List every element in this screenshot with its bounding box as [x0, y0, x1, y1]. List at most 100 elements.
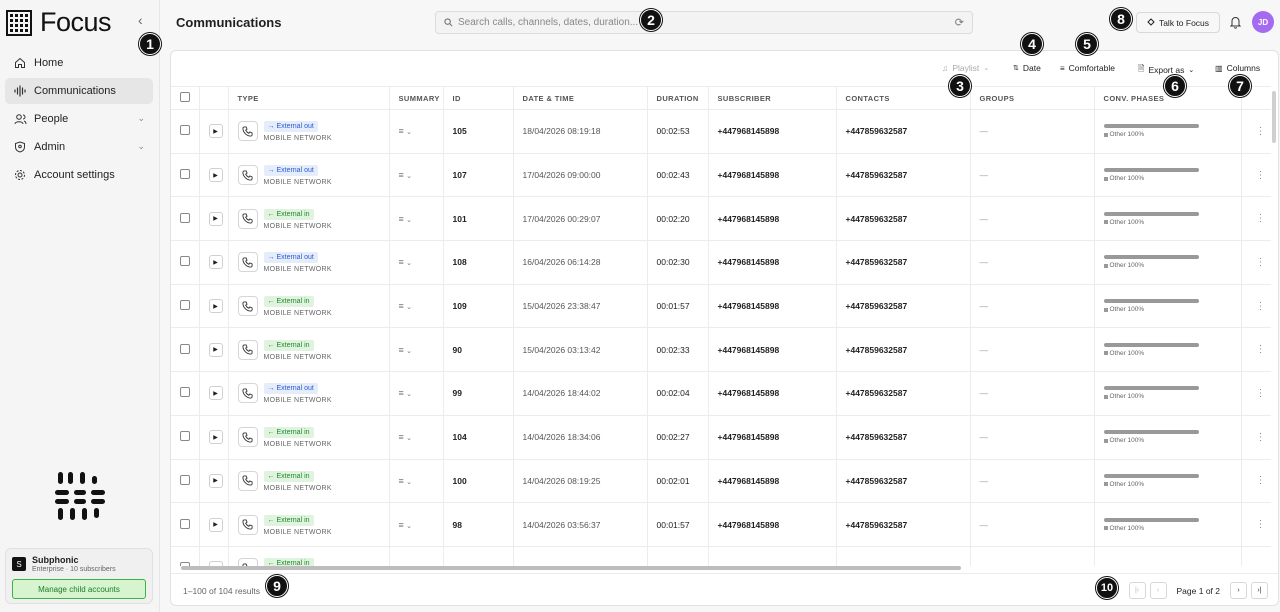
row-checkbox[interactable] — [180, 431, 190, 442]
kebab-menu-icon[interactable]: ⋮ — [1256, 475, 1266, 486]
row-checkbox[interactable] — [180, 387, 190, 398]
sidebar-item-home[interactable]: Home — [5, 50, 153, 76]
phone-icon — [237, 470, 258, 491]
column-header-id[interactable]: ID — [443, 86, 514, 110]
vertical-scrollbar[interactable] — [1271, 87, 1277, 567]
play-icon[interactable]: ▶ — [208, 124, 223, 139]
summary-cell[interactable]: ≡ ⌄ — [389, 196, 444, 242]
phase-bar — [1103, 211, 1199, 216]
table-row[interactable]: ▶ ← External in MOBILE NETWORK ≡ ⌄ 100 14/04/… — [171, 459, 1271, 504]
row-checkbox[interactable] — [180, 518, 190, 529]
phase-label: Other 100% — [1109, 393, 1145, 401]
export-button[interactable]: 🗎 Export as ⌄ — [1138, 63, 1194, 77]
kebab-menu-icon[interactable]: ⋮ — [1256, 213, 1266, 224]
table-row[interactable]: ▶ → External out MOBILE NETWORK ≡ ⌄ 105 18/04… — [171, 109, 1271, 154]
play-icon[interactable]: ▶ — [208, 342, 223, 357]
table-toolbar: ♫ Playlist ⌄ ⇅ Date ≡ Comfortable 🗎 Expo… — [171, 51, 1278, 86]
sidebar-item-admin[interactable]: Admin ⌄ — [5, 134, 153, 160]
column-header-groups[interactable]: GROUPS — [970, 86, 1095, 110]
row-checkbox[interactable] — [180, 300, 190, 311]
row-actions-cell: ⋮ — [1241, 109, 1271, 154]
bell-icon[interactable] — [1229, 15, 1242, 29]
first-page-button[interactable]: |‹ — [1128, 582, 1146, 599]
sidebar-item-label: Account settings — [34, 169, 115, 181]
summary-cell[interactable]: ≡ ⌄ — [389, 502, 444, 547]
search-input[interactable] — [458, 17, 955, 28]
network-label: MOBILE NETWORK — [263, 222, 332, 230]
density-button[interactable]: ≡ Comfortable — [1060, 63, 1115, 73]
row-checkbox[interactable] — [180, 169, 190, 180]
sidebar-item-people[interactable]: People ⌄ — [5, 106, 153, 132]
table-row[interactable]: ▶ → External out MOBILE NETWORK ≡ ⌄ 99 14/04/… — [171, 371, 1271, 416]
table-row[interactable]: ▶ ← External in MOBILE NETWORK ≡ ⌄ 109 15/04/… — [171, 284, 1271, 329]
columns-button[interactable]: ▥ Columns — [1215, 63, 1260, 73]
kebab-menu-icon[interactable]: ⋮ — [1256, 126, 1266, 137]
kebab-menu-icon[interactable]: ⋮ — [1256, 301, 1266, 312]
column-header-date-time[interactable]: DATE & TIME — [513, 86, 648, 110]
row-checkbox[interactable] — [180, 474, 190, 485]
sidebar-item-account-settings[interactable]: Account settings — [5, 162, 153, 188]
collapse-sidebar-icon[interactable]: ‹ — [138, 12, 143, 28]
summary-cell[interactable]: ≡ ⌄ — [389, 327, 444, 373]
table-row[interactable]: ▶ → External out MOBILE NETWORK ≡ ⌄ 108 16/04… — [171, 240, 1271, 285]
table-row[interactable]: ▶ ← External in MOBILE NETWORK ≡ ⌄ 104 14/04/… — [171, 415, 1271, 460]
summary-cell[interactable]: ≡ ⌄ — [389, 284, 444, 329]
play-icon[interactable]: ▶ — [208, 211, 223, 226]
row-checkbox[interactable] — [180, 256, 190, 267]
play-icon[interactable]: ▶ — [208, 168, 223, 183]
table-row[interactable]: ▶ ← External in MOBILE NETWORK ≡ ⌄ 98 14/04/2… — [171, 502, 1271, 547]
kebab-menu-icon[interactable]: ⋮ — [1256, 170, 1266, 181]
playlist-button[interactable]: ♫ Playlist ⌄ — [942, 63, 989, 73]
row-play-cell: ▶ — [199, 546, 229, 566]
table-row[interactable]: ▶ ← External in MOBILE NETWORK ≡ ⌄ 101 17/04/… — [171, 196, 1271, 242]
kebab-menu-icon[interactable]: ⋮ — [1256, 432, 1266, 443]
subscriber-cell: +447968145898 — [708, 415, 837, 460]
sidebar-item-label: Home — [34, 57, 64, 69]
table-row[interactable]: ▶ ← External in MOBILE NETWORK ≡ ⌄ 90 15/04/2… — [171, 327, 1271, 373]
manage-child-accounts-button[interactable]: Manage child accounts — [12, 579, 146, 599]
play-icon[interactable]: ▶ — [208, 517, 223, 532]
summary-cell[interactable]: ≡ ⌄ — [389, 240, 444, 285]
play-icon[interactable]: ▶ — [208, 473, 223, 488]
last-page-button[interactable]: ›| — [1251, 582, 1268, 599]
table-row[interactable]: ▶← External inMOBILE NETWORK≡ ⌄ — [171, 546, 1271, 566]
kebab-menu-icon[interactable]: ⋮ — [1256, 388, 1266, 399]
user-avatar[interactable]: JD — [1252, 11, 1274, 33]
column-header-type[interactable]: TYPE — [228, 86, 390, 110]
summary-cell[interactable]: ≡ ⌄ — [389, 459, 444, 504]
summary-cell[interactable]: ≡ ⌄ — [389, 371, 444, 416]
summary-cell[interactable]: ≡ ⌄ — [389, 153, 444, 198]
column-header-duration[interactable]: DURATION — [647, 86, 709, 110]
kebab-menu-icon[interactable]: ⋮ — [1256, 519, 1266, 530]
talk-to-focus-button[interactable]: Talk to Focus — [1136, 12, 1220, 33]
select-all-checkbox[interactable] — [180, 92, 190, 102]
date-sort-button[interactable]: ⇅ Date — [1013, 63, 1041, 73]
row-play-cell: ▶ — [199, 371, 229, 416]
communications-panel: ♫ Playlist ⌄ ⇅ Date ≡ Comfortable 🗎 Expo… — [170, 50, 1279, 606]
table-row[interactable]: ▶ → External out MOBILE NETWORK ≡ ⌄ 107 17/04… — [171, 153, 1271, 198]
search-bar[interactable]: ⟳ — [435, 11, 973, 34]
summary-cell[interactable]: ≡ ⌄ — [389, 546, 444, 566]
next-page-button[interactable]: › — [1230, 582, 1247, 599]
play-icon[interactable]: ▶ — [208, 255, 223, 270]
summary-cell[interactable]: ≡ ⌄ — [389, 415, 444, 460]
app-logo[interactable]: Focus — [6, 7, 112, 38]
row-checkbox[interactable] — [180, 212, 190, 223]
row-checkbox[interactable] — [180, 125, 190, 136]
kebab-menu-icon[interactable]: ⋮ — [1256, 344, 1266, 355]
horizontal-scrollbar[interactable] — [175, 565, 1273, 571]
sidebar-item-communications[interactable]: Communications — [5, 78, 153, 104]
phase-bar — [1103, 168, 1199, 173]
play-icon[interactable]: ▶ — [208, 386, 223, 401]
type-cell: ← External in MOBILE NETWORK — [228, 415, 390, 460]
row-checkbox[interactable] — [180, 343, 190, 354]
play-icon[interactable]: ▶ — [208, 299, 223, 314]
refresh-icon[interactable]: ⟳ — [955, 16, 964, 29]
summary-cell[interactable]: ≡ ⌄ — [389, 109, 444, 154]
play-icon[interactable]: ▶ — [208, 430, 223, 445]
column-header-summary[interactable]: SUMMARY — [389, 86, 444, 110]
prev-page-button[interactable]: ‹ — [1149, 582, 1167, 599]
subscriber-cell: +447968145898 — [708, 371, 837, 416]
kebab-menu-icon[interactable]: ⋮ — [1256, 257, 1266, 268]
column-header-subscriber[interactable]: SUBSCRIBER — [708, 86, 837, 110]
